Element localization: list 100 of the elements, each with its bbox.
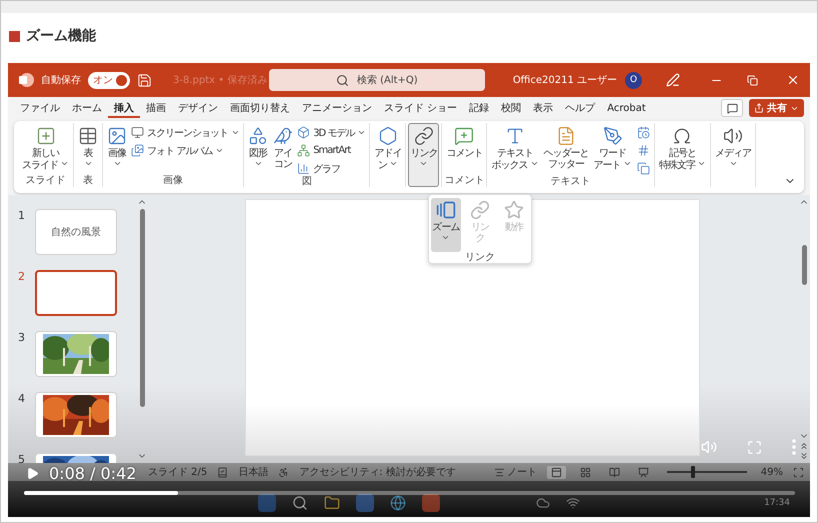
accessibility-status[interactable]: アクセシビリティ: 検討が必要です bbox=[299, 465, 456, 479]
omega-icon bbox=[672, 126, 692, 146]
ribbon-button[interactable]: 記号と 特殊文字 bbox=[656, 123, 708, 187]
search-field[interactable]: 検索 (Alt+Q) bbox=[268, 69, 485, 91]
user-name[interactable]: Office20211 ユーザー bbox=[512, 73, 617, 87]
zoom-percentage[interactable]: 49% bbox=[760, 466, 783, 478]
slide-number: 5 bbox=[17, 453, 26, 463]
cloud-icon bbox=[536, 496, 550, 510]
comments-button[interactable] bbox=[721, 99, 743, 117]
group-label: 表 bbox=[82, 175, 94, 187]
play-button[interactable] bbox=[26, 467, 39, 480]
page-title: ズーム機能 bbox=[26, 27, 96, 45]
ribbon-button[interactable]: 表 bbox=[76, 123, 100, 175]
clock-time: 17:34 bbox=[764, 498, 790, 508]
slide-number: 2 bbox=[17, 270, 26, 283]
ribbon-tab[interactable]: アニメーション bbox=[296, 98, 378, 118]
video-progress-bar[interactable] bbox=[24, 491, 795, 495]
ribbon-tab[interactable]: 表示 bbox=[527, 98, 560, 118]
ribbon-tab[interactable]: Acrobat bbox=[601, 100, 652, 116]
folder-icon[interactable] bbox=[324, 495, 340, 511]
ribbon-button[interactable]: ワード アート bbox=[592, 123, 634, 176]
ribbon-button[interactable]: 画像 bbox=[105, 123, 130, 175]
autosave-label: 自動保存 bbox=[41, 74, 81, 87]
document-icon bbox=[556, 126, 576, 146]
diagram-icon bbox=[297, 144, 310, 157]
menu-item[interactable]: ズーム bbox=[431, 198, 461, 252]
ribbon-button[interactable]: メディア bbox=[713, 123, 753, 187]
view-button[interactable] bbox=[546, 466, 566, 478]
scrollbar-thumb[interactable] bbox=[140, 209, 144, 407]
ribbon-tab[interactable]: 画面切り替え bbox=[224, 98, 296, 118]
language-label[interactable]: 日本語 bbox=[238, 465, 268, 479]
thumbnail-title: 自然の風景 bbox=[51, 226, 101, 239]
user-avatar[interactable]: O bbox=[625, 72, 642, 88]
slide-number: 3 bbox=[17, 331, 26, 344]
spellcheck-icon[interactable] bbox=[217, 466, 228, 478]
ribbon-tab[interactable]: 描画 bbox=[140, 98, 172, 118]
previous-slide-icon[interactable] bbox=[799, 441, 809, 451]
shapes-icon bbox=[248, 126, 268, 146]
speaker-icon bbox=[723, 126, 743, 146]
pen-icon[interactable] bbox=[666, 73, 680, 87]
group-label: 画像 bbox=[162, 175, 184, 187]
ribbon-button[interactable]: ヘッダーと フッター bbox=[542, 123, 591, 176]
ribbon-button[interactable]: SmartArt bbox=[296, 143, 368, 158]
link-icon bbox=[414, 126, 434, 146]
taskbar-app-icon[interactable] bbox=[356, 494, 374, 512]
share-button[interactable]: 共有 bbox=[749, 99, 804, 117]
ribbon-button[interactable]: 3D モデル bbox=[296, 125, 368, 140]
ribbon-icon-button[interactable] bbox=[634, 161, 652, 176]
ribbon-button[interactable]: 新しい スライド bbox=[20, 123, 72, 175]
text-box-icon bbox=[505, 126, 526, 146]
restore-icon[interactable] bbox=[747, 74, 758, 86]
ribbon-tab[interactable]: 校閲 bbox=[495, 98, 528, 118]
fit-to-window-icon[interactable] bbox=[793, 466, 804, 478]
ribbon-button[interactable]: フォト アルバム bbox=[130, 143, 242, 158]
pen-tool-icon bbox=[602, 126, 623, 146]
ribbon-button[interactable]: コメント bbox=[444, 123, 484, 175]
ribbon-tab[interactable]: ホーム bbox=[66, 98, 108, 118]
taskbar-app-icon[interactable] bbox=[422, 494, 440, 512]
images-icon bbox=[131, 144, 144, 157]
slide-number: 4 bbox=[17, 392, 26, 405]
ribbon-tab[interactable]: デザイン bbox=[172, 98, 224, 118]
normal-view-icon bbox=[550, 466, 562, 478]
notes-button[interactable]: ノート bbox=[506, 465, 537, 479]
slide-thumbnail[interactable]: 自然の風景 bbox=[35, 209, 117, 255]
ribbon-button[interactable]: リンク bbox=[408, 123, 440, 187]
scrollbar-thumb[interactable] bbox=[802, 245, 806, 285]
monitor-icon bbox=[131, 126, 144, 139]
slide-thumbnail[interactable] bbox=[35, 270, 117, 316]
taskbar-app-icon[interactable] bbox=[258, 494, 276, 512]
save-icon[interactable] bbox=[137, 72, 152, 88]
ribbon-button[interactable]: テキスト ボックス bbox=[489, 123, 541, 176]
close-icon[interactable] bbox=[786, 73, 800, 87]
heading-marker bbox=[9, 30, 20, 42]
ribbon-tab[interactable]: ファイル bbox=[14, 98, 66, 118]
comment-icon bbox=[726, 102, 738, 114]
reading-view-icon bbox=[608, 466, 620, 478]
ribbon-button[interactable]: アドイ ン bbox=[372, 123, 404, 187]
ribbon-button[interactable]: グラフ bbox=[296, 161, 368, 176]
grid-view-icon bbox=[580, 466, 591, 478]
fullscreen-icon bbox=[747, 440, 762, 454]
search-icon[interactable] bbox=[292, 495, 308, 511]
hash-icon bbox=[636, 144, 650, 157]
globe-icon[interactable] bbox=[390, 495, 406, 511]
copy-icon bbox=[636, 162, 650, 175]
autosave-toggle[interactable]: オン bbox=[88, 72, 130, 88]
ribbon-tab[interactable]: スライド ショー bbox=[378, 98, 464, 118]
cube-icon bbox=[297, 126, 310, 139]
ribbon-button[interactable]: アイ コン bbox=[271, 123, 296, 176]
next-slide-icon[interactable] bbox=[799, 451, 809, 461]
ribbon-button[interactable]: 図形 bbox=[246, 123, 270, 176]
accessibility-icon[interactable] bbox=[278, 466, 290, 478]
new-slide-icon bbox=[36, 126, 56, 146]
ribbon-tab[interactable]: ヘルプ bbox=[559, 98, 602, 118]
group-label: リンク bbox=[465, 252, 495, 264]
group-label: コメント bbox=[444, 175, 484, 187]
zoom-slider-thumb[interactable] bbox=[690, 466, 695, 478]
play-icon bbox=[26, 467, 39, 480]
ribbon-tab[interactable]: 記録 bbox=[463, 98, 496, 118]
more-icon bbox=[792, 439, 796, 455]
ribbon-button[interactable]: スクリーンショット bbox=[130, 125, 242, 140]
